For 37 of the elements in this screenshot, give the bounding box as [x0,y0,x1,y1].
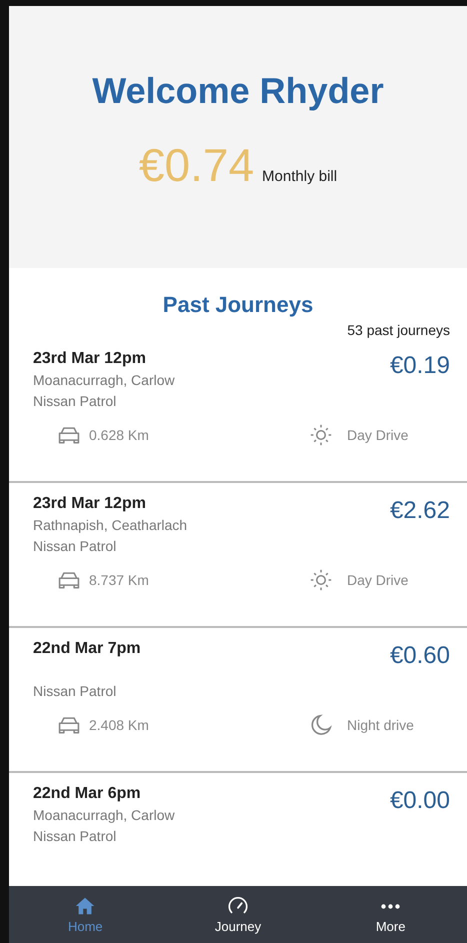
vehicle-name: Nissan Patrol [33,537,118,556]
vehicle-name: Nissan Patrol [33,392,118,411]
vehicle-name: Nissan Patrol [33,682,118,701]
distance: 2.408 Km [89,717,149,733]
nav-tab[interactable]: Journey [198,895,278,934]
vehicle-name: Nissan Patrol [33,827,118,846]
distance: 0.628 Km [89,427,149,443]
drive-type: Day Drive [347,572,408,588]
journey-date: 22nd Mar 6pm [33,784,142,804]
journey-card[interactable]: 23rd Mar 12pm Moanacurragh, Carlow Nissan Patrol €0.19 0.628 Km Day Drive [9,338,467,483]
more-icon [381,904,400,909]
section-title: Past Journeys [162,292,314,318]
bill-label: Monthly bill [262,168,338,185]
home-icon [74,895,96,917]
journey-cost: €0.60 [390,642,450,671]
sun-icon [309,569,333,591]
journey-cost: €0.19 [390,352,450,381]
journey-location: Moanacurragh, Carlow [33,806,175,825]
bill-amount: €0.74 [138,138,254,192]
journey-location: Moanacurragh, Carlow [33,371,175,390]
journey-date: 23rd Mar 12pm [33,494,147,514]
journey-card[interactable]: 22nd Mar 6pm Moanacurragh, Carlow Nissan Patrol €0.00 [9,773,467,851]
journey-date: 22nd Mar 7pm [33,639,141,659]
nav-tab[interactable]: More [350,895,431,934]
distance: 8.737 Km [89,572,149,588]
journey-card[interactable]: 23rd Mar 12pm Rathnapish, Ceatharlach Nissan Patrol €2.62 8.737 Km Day Drive [9,483,467,628]
journey-cost: €0.00 [390,787,450,816]
journey-date: 23rd Mar 12pm [33,349,147,369]
welcome-title: Welcome Rhyder [92,70,384,112]
drive-type: Night drive [347,717,414,733]
journey-location: Rathnapish, Ceatharlach [33,516,188,535]
sun-icon [309,424,333,446]
journey-count: 53 past journeys [347,322,450,338]
drive-type: Day Drive [347,427,408,443]
journey-cost: €2.62 [390,497,450,526]
moon-icon [309,714,333,736]
journey-card[interactable]: 22nd Mar 7pm Nissan Patrol €0.60 2.408 Km Night drive [9,628,467,773]
